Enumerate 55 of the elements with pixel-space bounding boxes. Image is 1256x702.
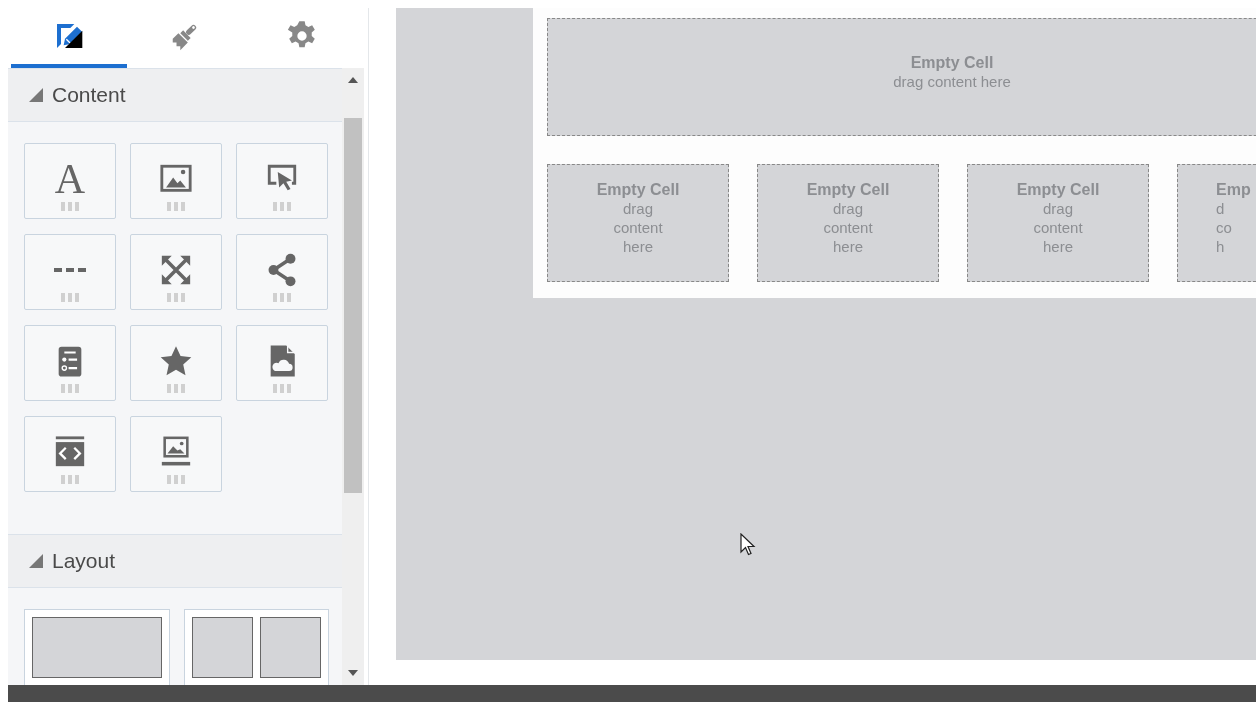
section-header[interactable]: Layout — [8, 534, 342, 588]
column-preview — [192, 617, 253, 678]
cell-title: Empty Cell — [806, 180, 890, 199]
component-tile[interactable] — [236, 143, 328, 219]
cell-hint: drag content here — [893, 72, 1011, 91]
drag-handle-icon — [60, 383, 80, 393]
column-preview — [260, 617, 321, 678]
component-tile[interactable] — [130, 416, 222, 492]
cell-hint: d co h — [1216, 199, 1232, 256]
component-tile[interactable] — [130, 143, 222, 219]
section-header[interactable]: Content — [8, 68, 342, 122]
cell-title: Empty Cell — [910, 53, 994, 72]
drag-handle-icon — [60, 474, 80, 484]
drag-handle-icon — [166, 474, 186, 484]
component-tile[interactable] — [24, 234, 116, 310]
component-tile[interactable] — [130, 325, 222, 401]
scrollbar-thumb[interactable] — [344, 118, 362, 493]
cell-hint: drag content here — [1033, 199, 1083, 256]
scroll-down-arrow-icon — [348, 670, 358, 676]
drag-handle-icon — [166, 292, 186, 302]
section-title: Content — [52, 83, 126, 107]
component-tile[interactable] — [236, 325, 328, 401]
cell-hint: drag content here — [823, 199, 873, 256]
component-tile[interactable] — [130, 234, 222, 310]
section-title: Layout — [52, 549, 116, 573]
layout-tile[interactable] — [184, 609, 329, 685]
cell-title: Empty Cell — [1016, 180, 1100, 199]
drag-handle-icon — [166, 201, 186, 211]
dashed-line-icon — [53, 267, 87, 272]
drag-handle-icon — [272, 292, 292, 302]
drag-handle-icon — [60, 201, 80, 211]
scroll-up-arrow-icon — [348, 77, 358, 83]
cell-title: Emp — [1216, 180, 1251, 199]
empty-cell[interactable]: Empty Cell drag content here — [547, 164, 729, 282]
text-glyph: A — [54, 159, 86, 198]
cell-title: Empty Cell — [596, 180, 680, 199]
cursor-icon — [740, 533, 756, 557]
component-tile[interactable]: A — [24, 143, 116, 219]
scrollbar[interactable] — [342, 68, 364, 685]
empty-cell[interactable]: Emp d co h — [1177, 164, 1256, 282]
component-tile[interactable] — [24, 325, 116, 401]
collapse-triangle-icon — [28, 553, 44, 569]
empty-cell[interactable]: Empty Cell drag content here — [967, 164, 1149, 282]
drag-handle-icon — [166, 383, 186, 393]
empty-cell[interactable]: Empty Cell drag content here — [547, 18, 1256, 136]
cell-hint: drag content here — [613, 199, 663, 256]
layout-tile[interactable] — [24, 609, 170, 685]
drag-handle-icon — [60, 292, 80, 302]
component-tile[interactable] — [24, 416, 116, 492]
collapse-triangle-icon — [28, 87, 44, 103]
component-tile[interactable] — [236, 234, 328, 310]
code-window-icon — [53, 434, 87, 469]
empty-cell[interactable]: Empty Cell drag content here — [757, 164, 939, 282]
drag-handle-icon — [272, 383, 292, 393]
drag-handle-icon — [272, 201, 292, 211]
